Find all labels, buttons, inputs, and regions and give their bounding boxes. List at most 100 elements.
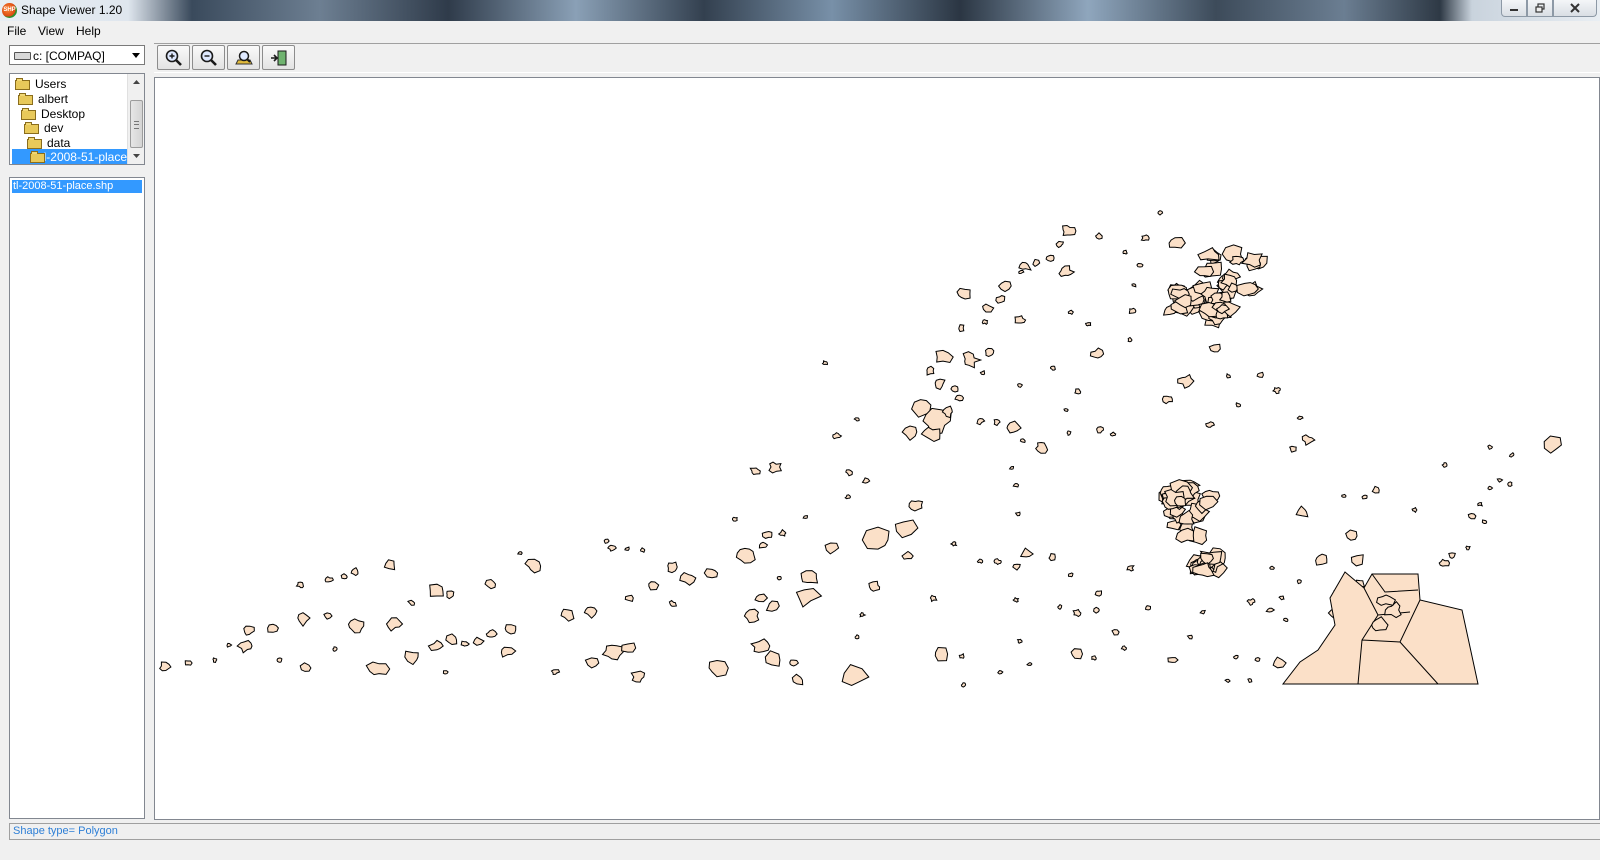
place-polygon — [1361, 494, 1368, 500]
chevron-down-icon[interactable] — [128, 46, 144, 64]
place-polygon — [1247, 678, 1253, 683]
place-polygon — [861, 526, 890, 550]
zoom-out-icon — [200, 49, 217, 66]
place-polygon — [1122, 249, 1128, 255]
tree-item-data[interactable]: data — [27, 135, 71, 150]
title-bar: SHP Shape Viewer 1.20 — [0, 0, 1600, 22]
menu-view[interactable]: View — [38, 24, 64, 38]
place-polygon — [550, 669, 561, 676]
file-list[interactable]: tl-2008-51-place.shp — [9, 177, 145, 819]
tree-item-desktop[interactable]: Desktop — [21, 106, 86, 121]
folder-open-icon — [15, 77, 31, 90]
tree-item-albert[interactable]: albert — [18, 91, 69, 106]
place-polygon — [1161, 395, 1173, 405]
place-polygon — [832, 432, 843, 440]
place-polygon — [708, 659, 729, 678]
tree-item-label: tl-2008-51-place — [39, 149, 128, 164]
place-polygon — [908, 500, 924, 512]
place-polygon — [1438, 558, 1451, 567]
map-canvas[interactable] — [154, 77, 1600, 820]
tree-item-dev[interactable]: dev — [24, 120, 64, 135]
place-polygon — [1441, 462, 1448, 468]
place-polygon — [1157, 210, 1164, 216]
place-polygon — [1094, 590, 1102, 597]
scroll-down-icon[interactable] — [128, 148, 144, 164]
place-polygon — [1026, 662, 1033, 666]
place-polygon — [1315, 553, 1328, 566]
place-polygon — [1272, 656, 1287, 669]
folder-open-icon — [27, 136, 43, 149]
place-polygon — [667, 561, 678, 574]
place-polygon — [1168, 236, 1186, 249]
close-button[interactable] — [1553, 0, 1597, 17]
zoom-in-button[interactable] — [157, 45, 190, 70]
place-polygon — [1173, 495, 1187, 507]
place-polygon — [212, 657, 218, 663]
place-polygon — [853, 417, 860, 422]
place-polygon — [504, 624, 517, 635]
place-polygon — [1035, 441, 1049, 454]
place-polygon — [485, 629, 498, 638]
place-polygon — [1072, 608, 1082, 618]
place-polygon — [958, 652, 965, 659]
menu-file[interactable]: File — [7, 24, 26, 38]
drive-select[interactable]: c: [COMPAQ] — [9, 45, 145, 65]
zoom-out-button[interactable] — [192, 45, 225, 70]
place-polygon — [1006, 420, 1022, 434]
place-polygon — [1063, 408, 1069, 412]
place-polygon — [1289, 445, 1297, 453]
place-polygon — [1057, 603, 1063, 610]
place-polygon — [1448, 552, 1456, 559]
place-polygon — [1131, 283, 1137, 288]
toolbar — [154, 43, 1600, 73]
place-polygon — [962, 351, 983, 369]
place-polygon — [802, 515, 808, 519]
menu-bar: File View Help — [0, 21, 1600, 41]
place-polygon — [1067, 572, 1074, 578]
place-polygon — [1543, 435, 1562, 454]
place-polygon — [956, 287, 971, 300]
directory-tree[interactable]: Users albert Desktop dev data tl-2008-51… — [9, 73, 145, 165]
place-polygon — [824, 542, 840, 555]
zoom-full-button[interactable] — [227, 45, 260, 70]
minimize-button[interactable] — [1501, 0, 1527, 17]
place-polygon — [1017, 383, 1024, 388]
place-polygon — [1282, 617, 1289, 623]
place-polygon — [1177, 373, 1195, 389]
place-polygon — [1049, 365, 1057, 371]
file-item[interactable]: tl-2008-51-place.shp — [12, 180, 142, 193]
place-polygon — [648, 581, 660, 591]
place-polygon — [894, 519, 919, 539]
place-polygon — [954, 394, 965, 402]
place-polygon — [1062, 224, 1077, 236]
place-polygon — [731, 516, 738, 522]
place-polygon — [1126, 565, 1135, 572]
scroll-thumb[interactable] — [130, 100, 143, 148]
place-polygon — [1111, 629, 1120, 636]
place-polygon — [800, 570, 819, 584]
place-polygon — [1232, 654, 1239, 660]
restore-button[interactable] — [1527, 0, 1553, 17]
place-polygon — [768, 461, 783, 474]
place-polygon — [1296, 415, 1304, 421]
tree-item-users[interactable]: Users — [15, 76, 67, 91]
place-polygon — [934, 378, 946, 391]
place-polygon — [639, 547, 646, 554]
folder-open-icon — [18, 92, 34, 105]
place-polygon — [1093, 606, 1100, 614]
place-polygon — [950, 385, 959, 393]
place-polygon — [1070, 648, 1084, 660]
menu-help[interactable]: Help — [76, 24, 101, 38]
place-polygon — [1256, 371, 1264, 378]
menu-help-label: Help — [76, 24, 101, 38]
place-polygon — [1295, 505, 1309, 518]
place-polygon — [934, 646, 949, 662]
exit-button[interactable] — [262, 45, 295, 70]
place-polygon — [299, 662, 312, 672]
tree-scrollbar[interactable] — [127, 74, 144, 164]
scroll-up-icon[interactable] — [128, 74, 144, 90]
status-text: Shape type= Polygon — [13, 825, 118, 837]
window-controls — [1501, 0, 1597, 18]
tree-item-tl-2008-51-place[interactable]: tl-2008-51-place — [12, 149, 128, 164]
place-polygon — [1019, 547, 1034, 558]
